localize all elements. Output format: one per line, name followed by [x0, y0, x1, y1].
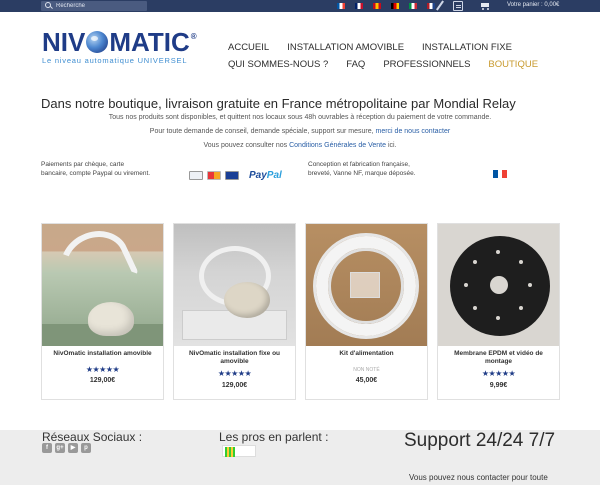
conception-info: Conception et fabrication française, bre… [308, 161, 416, 177]
contact-link[interactable]: merci de nous contacter [376, 128, 451, 135]
rating-stars: ★★★★★ [481, 369, 516, 378]
cheque-icon [189, 171, 203, 180]
product-price: 45,00€ [355, 377, 378, 384]
support-title: Support 24/24 7/7 [404, 430, 556, 451]
pros-badge-image[interactable] [222, 445, 256, 457]
product-card[interactable]: NivOmatic installation amovible ★★★★★ 12… [41, 223, 164, 400]
product-image[interactable] [174, 224, 295, 346]
support-subtitle: Vous pouvez nous contacter pour toute [409, 473, 548, 482]
logo-drop-icon [86, 31, 109, 53]
product-price: 9,99€ [489, 382, 508, 389]
product-image[interactable] [42, 224, 163, 346]
logo-text-niv: NIV [42, 27, 86, 57]
logo-text-matic: MATIC [109, 27, 190, 57]
flag-fr-icon[interactable] [337, 3, 345, 9]
intro-line-1: Tous nos produits sont disponibles, et q… [108, 114, 492, 121]
flag-nl-icon[interactable] [427, 3, 435, 9]
cart-icon[interactable] [479, 2, 491, 10]
intro-line-3-text: Vous pouvez consulter nos [203, 142, 290, 149]
payment-info: Paiements par chèque, carte bancaire, co… [41, 161, 151, 177]
not-rated-label: NON NOTÉ [353, 367, 380, 373]
search-icon [45, 2, 53, 10]
product-image[interactable] [306, 224, 427, 346]
product-price: 129,00€ [221, 382, 248, 389]
cgv-link[interactable]: Conditions Générales de Vente [289, 142, 386, 149]
product-name[interactable]: NivOmatic installation amovible [46, 350, 159, 358]
nav-row-2: QUI SOMMES-NOUS ? FAQ PROFESSIONNELS BOUTIQ… [228, 56, 538, 73]
nav-row-1: ACCUEIL INSTALLATION AMOVIBLE INSTALLATION… [228, 39, 538, 56]
mastercard-icon [207, 171, 221, 180]
site-logo[interactable]: NIV MATIC ® Le niveau automatique UNIVERSE… [42, 29, 197, 65]
flag-de-icon[interactable] [391, 3, 399, 9]
social-icons: f g+ ▶ p [42, 443, 91, 453]
product-name[interactable]: Membrane EPDM et vidéo de montage [442, 350, 555, 366]
product-card[interactable]: NivOmatic installation fixe ou amovible … [173, 223, 296, 400]
pen-icon[interactable] [435, 1, 445, 11]
main-nav: ACCUEIL INSTALLATION AMOVIBLE INSTALLATION… [228, 39, 538, 73]
paypal-logo: PayPal [249, 170, 282, 181]
language-flags [337, 3, 435, 9]
nav-item-accueil[interactable]: ACCUEIL [228, 42, 269, 53]
tool-icons [435, 1, 463, 11]
nav-item-installation-fixe[interactable]: INSTALLATION FIXE [422, 42, 512, 53]
flag-uk-icon[interactable] [355, 3, 363, 9]
flag-it-icon[interactable] [409, 3, 417, 9]
facebook-icon[interactable]: f [42, 443, 52, 453]
nav-item-boutique[interactable]: BOUTIQUE [488, 59, 538, 70]
search-box[interactable] [41, 1, 147, 11]
rating-stars: ★★★★★ [85, 365, 120, 374]
logo-tagline: Le niveau automatique UNIVERSEL [42, 56, 188, 65]
payment-methods: PayPal [189, 170, 282, 181]
flag-es-icon[interactable] [373, 3, 381, 9]
page-headline: Dans notre boutique, livraison gratuite … [41, 96, 516, 111]
cart-total[interactable]: Votre panier : 0,00€ [507, 2, 559, 8]
rating-stars: ★★★★★ [217, 369, 252, 378]
intro-line-3: Vous pouvez consulter nos Conditions Gén… [0, 142, 600, 149]
visa-icon [225, 171, 239, 180]
youtube-icon[interactable]: ▶ [68, 443, 78, 453]
document-icon[interactable] [453, 1, 463, 11]
product-card[interactable]: Kit d'alimentation NON NOTÉ 45,00€ [305, 223, 428, 400]
social-title: Réseaux Sociaux : [42, 430, 143, 444]
paypal-logo-part2: Pal [266, 170, 282, 181]
google-plus-icon[interactable]: g+ [55, 443, 65, 453]
product-card[interactable]: Membrane EPDM et vidéo de montage ★★★★★ … [437, 223, 560, 400]
paypal-logo-part1: Pay [249, 170, 267, 181]
nav-item-professionnels[interactable]: PROFESSIONNELS [383, 59, 470, 70]
logo-registered: ® [190, 32, 197, 41]
nav-item-faq[interactable]: FAQ [346, 59, 365, 70]
product-name[interactable]: NivOmatic installation fixe ou amovible [178, 350, 291, 366]
top-bar: Votre panier : 0,00€ [0, 0, 600, 12]
pros-title: Les pros en parlent : [219, 430, 329, 444]
product-price: 129,00€ [89, 377, 116, 384]
intro-line-2-text: Pour toute demande de conseil, demande s… [149, 128, 376, 135]
product-image[interactable] [438, 224, 559, 346]
flag-fr-icon [493, 170, 508, 178]
pinterest-icon[interactable]: p [81, 443, 91, 453]
product-name[interactable]: Kit d'alimentation [310, 350, 423, 358]
nav-item-installation-amovible[interactable]: INSTALLATION AMOVIBLE [287, 42, 404, 53]
search-input[interactable] [56, 3, 146, 9]
nav-item-qui-sommes-nous[interactable]: QUI SOMMES-NOUS ? [228, 59, 328, 70]
intro-line-3-end: ici. [386, 142, 397, 149]
intro-line-2: Pour toute demande de conseil, demande s… [0, 128, 600, 135]
